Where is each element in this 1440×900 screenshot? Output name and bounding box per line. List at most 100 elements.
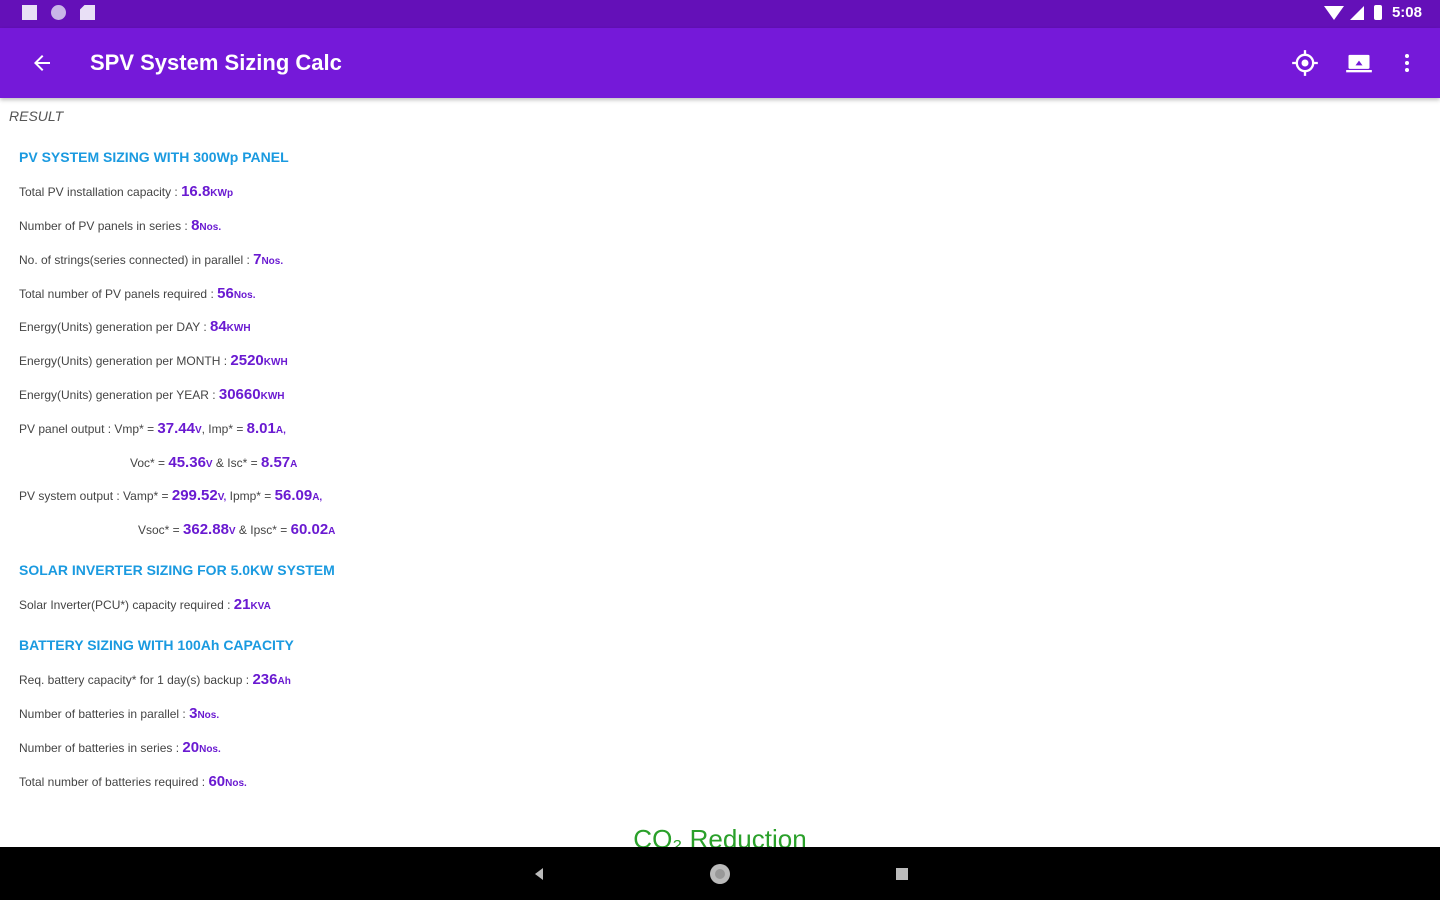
row-label: Number of PV panels in series : <box>19 219 192 233</box>
row-label: PV panel output : Vmp* = <box>19 422 158 436</box>
screen-button[interactable] <box>1341 45 1377 81</box>
battery-row-total: Total number of batteries required : 60N… <box>19 773 247 790</box>
row-value: 2520 <box>230 352 264 369</box>
row-value: 60 <box>208 773 226 790</box>
row-unit: KVA <box>250 601 271 612</box>
row-unit: Nos. <box>225 778 247 789</box>
imp-label: , Imp* = <box>201 422 247 436</box>
pv-row-energy-day: Energy(Units) generation per DAY : 84KWH <box>19 318 251 335</box>
crosshair-icon <box>1292 50 1318 76</box>
imp-unit: A, <box>275 425 286 436</box>
voc-label: Vsoc* = <box>138 523 184 537</box>
pv-row-total-panels: Total number of PV panels required : 56N… <box>19 285 255 302</box>
inverter-section-heading: SOLAR INVERTER SIZING FOR 5.0KW SYSTEM <box>19 562 335 578</box>
imp-unit: A, <box>312 492 323 503</box>
battery-row-parallel: Number of batteries in parallel : 3Nos. <box>19 705 219 722</box>
row-unit: KWH <box>226 323 251 334</box>
voc-unit: V <box>228 526 236 537</box>
row-label: Number of batteries in parallel : <box>19 707 190 721</box>
status-bar: 5:08 <box>0 0 1440 28</box>
row-label: Energy(Units) generation per YEAR : <box>19 388 219 402</box>
nav-home-icon <box>710 864 730 884</box>
vmp-unit: V <box>194 425 202 436</box>
overflow-menu-button[interactable] <box>1389 45 1425 81</box>
circle-notification-icon <box>51 5 66 20</box>
row-label: Energy(Units) generation per DAY : <box>19 320 210 334</box>
row-label: PV system output : Vamp* = <box>19 489 172 503</box>
row-unit: Nos. <box>197 710 220 721</box>
isc-label: & Ipsc* = <box>235 523 291 537</box>
battery-section-heading: BATTERY SIZING WITH 100Ah CAPACITY <box>19 637 294 653</box>
nav-back-button[interactable] <box>526 861 552 887</box>
notification-icon <box>22 5 37 20</box>
back-button[interactable] <box>24 45 60 81</box>
voc-value: 45.36 <box>168 454 206 471</box>
pv-row-series: Number of PV panels in series : 8Nos. <box>19 217 221 234</box>
row-unit: KWp <box>210 188 234 199</box>
row-unit: KWH <box>263 357 288 368</box>
inverter-row-capacity: Solar Inverter(PCU*) capacity required :… <box>19 596 271 613</box>
voc-label: Voc* = <box>130 456 169 470</box>
arrow-back-icon <box>34 55 50 71</box>
isc-unit: A <box>328 526 336 537</box>
row-unit: KWH <box>260 391 285 402</box>
row-unit: Nos. <box>199 744 221 755</box>
pv-panel-output-row-2: Voc* = 45.36V & Isc* = 8.57A <box>130 454 297 471</box>
pv-row-parallel: No. of strings(series connected) in para… <box>19 251 283 268</box>
battery-row-series: Number of batteries in series : 20Nos. <box>19 739 221 756</box>
co2-reduction-heading: CO₂ Reduction <box>633 824 807 847</box>
pv-row-energy-month: Energy(Units) generation per MONTH : 252… <box>19 352 288 369</box>
nav-recents-button[interactable] <box>889 861 915 887</box>
row-value: 16.8 <box>181 183 211 200</box>
wifi-icon <box>1323 5 1344 20</box>
pv-panel-output-row: PV panel output : Vmp* = 37.44V, Imp* = … <box>19 420 286 437</box>
row-label: Solar Inverter(PCU*) capacity required : <box>19 598 234 612</box>
row-label: Number of batteries in series : <box>19 741 183 755</box>
pv-system-output-row: PV system output : Vamp* = 299.52V, Ipmp… <box>19 487 322 504</box>
row-label: Energy(Units) generation per MONTH : <box>19 354 231 368</box>
clock: 5:08 <box>1391 4 1422 21</box>
vmp-value: 37.44 <box>157 420 195 437</box>
result-content[interactable]: RESULT PV SYSTEM SIZING WITH 300Wp PANEL… <box>0 98 1440 847</box>
isc-value: 60.02 <box>290 521 329 538</box>
app-title: SPV System Sizing Calc <box>90 50 342 75</box>
row-unit: Nos. <box>199 222 222 233</box>
row-value: 84 <box>209 318 227 335</box>
row-value: 21 <box>233 596 251 613</box>
row-value: 20 <box>182 739 200 756</box>
row-label: Total number of PV panels required : <box>19 287 218 301</box>
voc-unit: V <box>205 459 213 470</box>
row-value: 30660 <box>218 386 261 403</box>
isc-label: & Isc* = <box>212 456 261 470</box>
signal-icon <box>1349 5 1364 20</box>
row-value: 236 <box>252 671 278 688</box>
more-vert-icon <box>1405 54 1409 72</box>
pv-system-output-row-2: Vsoc* = 362.88V & Ipsc* = 60.02A <box>138 521 335 538</box>
nav-back-icon <box>535 868 543 880</box>
sd-card-icon <box>80 5 95 20</box>
imp-value: 8.01 <box>246 420 276 437</box>
row-unit: Nos. <box>261 256 284 267</box>
row-label: Total number of batteries required : <box>19 775 209 789</box>
notification-icons <box>22 5 95 20</box>
pv-row-energy-year: Energy(Units) generation per YEAR : 3066… <box>19 386 284 403</box>
isc-unit: A <box>290 459 298 470</box>
row-label: Total PV installation capacity : <box>19 185 182 199</box>
vmp-value: 299.52 <box>171 487 218 504</box>
imp-value: 56.09 <box>274 487 313 504</box>
system-icons: 5:08 <box>1323 4 1422 21</box>
nav-home-button[interactable] <box>707 861 733 887</box>
navigation-bar <box>0 847 1440 900</box>
row-unit: Ah <box>277 676 291 687</box>
row-unit: Nos. <box>233 290 256 301</box>
result-label: RESULT <box>9 108 64 124</box>
battery-icon <box>1373 5 1382 20</box>
voc-value: 362.88 <box>183 521 229 538</box>
nav-recents-icon <box>896 868 908 880</box>
vmp-unit: V, <box>217 492 227 503</box>
imp-label: Ipmp* = <box>226 489 275 503</box>
pv-section-heading: PV SYSTEM SIZING WITH 300Wp PANEL <box>19 149 289 165</box>
row-value: 56 <box>217 285 234 302</box>
row-label: No. of strings(series connected) in para… <box>19 253 254 267</box>
location-button[interactable] <box>1287 45 1323 81</box>
